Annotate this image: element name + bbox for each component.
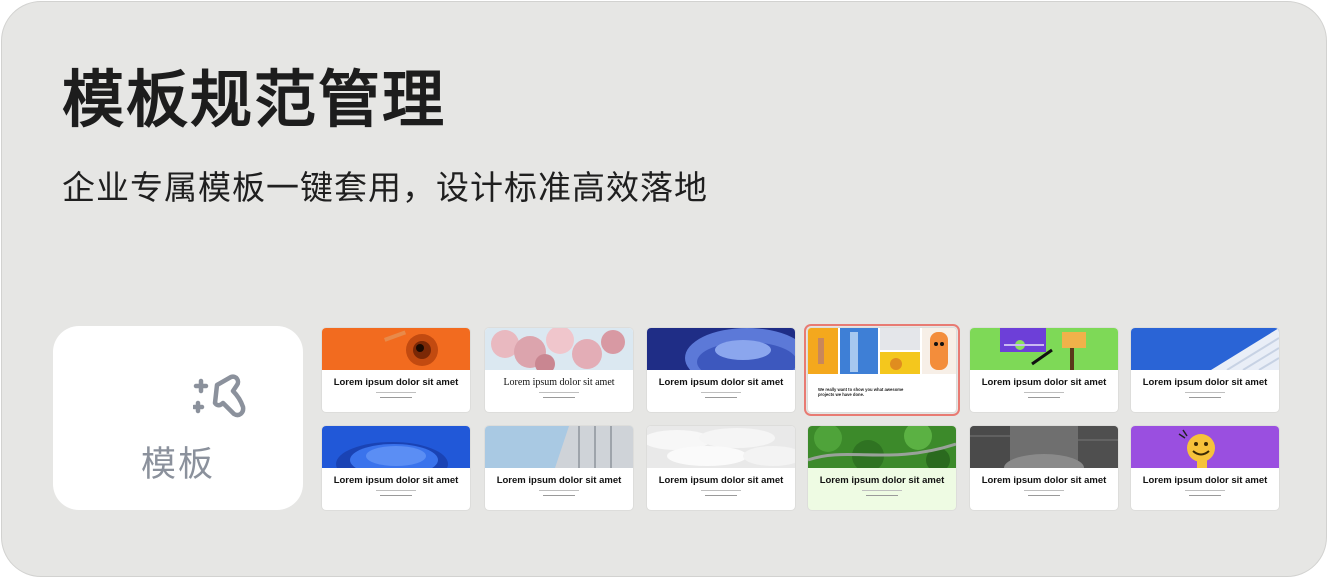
template-thumbnail	[322, 426, 470, 468]
template-text-line	[701, 392, 741, 393]
template-thumbnail	[1131, 328, 1279, 370]
feature-card: 模板规范管理 企业专属模板一键套用，设计标准高效落地 模板 Lorem ipsu…	[1, 1, 1327, 577]
template-thumbnail	[808, 426, 956, 468]
template-card[interactable]: Lorem ipsum dolor sit amet	[647, 426, 795, 510]
sparkle-brush-icon	[193, 373, 249, 423]
template-text-line	[539, 392, 579, 393]
template-title: Lorem ipsum dolor sit amet	[503, 377, 615, 388]
page-subtitle: 企业专属模板一键套用，设计标准高效落地	[62, 168, 708, 207]
page-title: 模板规范管理	[62, 63, 447, 136]
template-tool-label: 模板	[140, 445, 215, 485]
template-card[interactable]: Lorem ipsum dolor sit amet	[647, 328, 795, 412]
template-title: Lorem ipsum dolor sit amet	[981, 377, 1107, 388]
template-title: Lorem ipsum dolor sit amet	[981, 475, 1107, 486]
template-text-line	[1028, 495, 1060, 496]
template-title: Lorem ipsum dolor sit amet	[658, 377, 784, 388]
template-thumbnail	[970, 328, 1118, 370]
template-card[interactable]: Lorem ipsum dolor sit amet	[322, 426, 470, 510]
template-card[interactable]: Lorem ipsum dolor sit amet	[808, 426, 956, 510]
template-tool-tile[interactable]: 模板	[53, 326, 303, 510]
template-text-line	[1189, 397, 1221, 398]
template-thumbnail	[485, 328, 633, 370]
template-card-selected[interactable]: We really want to show you what awesome …	[804, 324, 960, 416]
template-thumbnail	[647, 328, 795, 370]
template-card[interactable]: Lorem ipsum dolor sit amet	[1131, 328, 1279, 412]
template-card[interactable]: Lorem ipsum dolor sit amet	[485, 328, 633, 412]
template-text-line	[705, 495, 737, 496]
template-text-line	[1024, 490, 1064, 491]
template-title: Lorem ipsum dolor sit amet	[1142, 475, 1268, 486]
template-text-line	[543, 397, 575, 398]
template-title: Lorem ipsum dolor sit amet	[496, 475, 622, 486]
template-featured-text: We really want to show you what awesome …	[818, 387, 904, 398]
template-text-line	[376, 392, 416, 393]
template-text-line	[380, 495, 412, 496]
template-text-line	[376, 490, 416, 491]
template-card[interactable]: Lorem ipsum dolor sit amet	[1131, 426, 1279, 510]
template-thumbnail	[1131, 426, 1279, 468]
template-text-line	[543, 495, 575, 496]
template-text-line	[862, 490, 902, 491]
template-text-line	[1185, 490, 1225, 491]
template-text-line	[1024, 392, 1064, 393]
template-thumbnail	[322, 328, 470, 370]
template-grid: Lorem ipsum dolor sit amet Lorem ipsum d…	[322, 324, 1279, 510]
template-thumbnail	[808, 328, 956, 374]
template-card[interactable]: Lorem ipsum dolor sit amet	[485, 426, 633, 510]
template-text-line	[705, 397, 737, 398]
template-text-line	[539, 490, 579, 491]
template-card[interactable]: Lorem ipsum dolor sit amet	[970, 328, 1118, 412]
template-text-line	[866, 495, 898, 496]
template-title: Lorem ipsum dolor sit amet	[333, 475, 459, 486]
template-thumbnail	[485, 426, 633, 468]
template-title: Lorem ipsum dolor sit amet	[658, 475, 784, 486]
template-text-line	[1185, 392, 1225, 393]
template-thumbnail	[970, 426, 1118, 468]
template-title: Lorem ipsum dolor sit amet	[1142, 377, 1268, 388]
template-title: Lorem ipsum dolor sit amet	[819, 475, 945, 486]
template-thumbnail	[647, 426, 795, 468]
template-card[interactable]: Lorem ipsum dolor sit amet	[322, 328, 470, 412]
template-card[interactable]: Lorem ipsum dolor sit amet	[970, 426, 1118, 510]
template-title: Lorem ipsum dolor sit amet	[333, 377, 459, 388]
template-text-line	[380, 397, 412, 398]
template-text-line	[1189, 495, 1221, 496]
template-text-line	[701, 490, 741, 491]
template-text-line	[1028, 397, 1060, 398]
